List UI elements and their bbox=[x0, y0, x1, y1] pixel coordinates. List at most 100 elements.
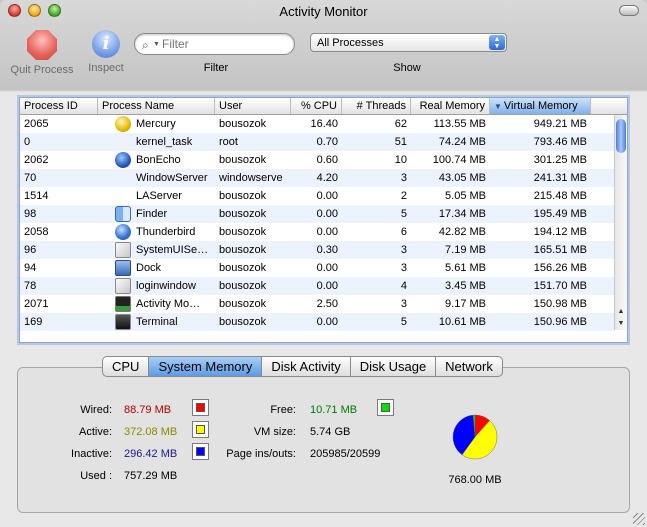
real-memory-cell: 42.82 MB bbox=[438, 226, 486, 238]
column-header-user[interactable]: User bbox=[215, 98, 291, 114]
process-table[interactable]: Process ID Process Name User % CPU # Thr… bbox=[19, 97, 628, 343]
cpu-cell: 4.20 bbox=[316, 172, 338, 184]
show-processes-select[interactable]: All Processes ▲ ▼ bbox=[310, 33, 507, 52]
window-title: Activity Monitor bbox=[279, 4, 368, 19]
filter-input[interactable] bbox=[162, 36, 288, 52]
inspect-label: Inspect bbox=[88, 62, 124, 74]
quit-process-button[interactable]: Quit Process bbox=[8, 30, 76, 76]
process-name-cell: Dock bbox=[136, 262, 162, 274]
virtual-memory-cell: 241.31 MB bbox=[533, 172, 587, 184]
virtual-memory-cell: 156.26 MB bbox=[533, 262, 587, 274]
virtual-memory-cell: 150.98 MB bbox=[533, 298, 587, 310]
page-ins-outs-value: 205985/20599 bbox=[310, 448, 381, 460]
thunderbird-icon bbox=[115, 224, 131, 240]
tab-network[interactable]: Network bbox=[435, 356, 503, 377]
table-row[interactable]: 1514 LAServer bousozok 0.00 2 5.05 MB 215.48 M… bbox=[20, 187, 614, 205]
scrollbar-thumb[interactable] bbox=[616, 119, 626, 153]
info-icon: i bbox=[92, 30, 120, 58]
real-memory-cell: 100.74 MB bbox=[432, 154, 486, 166]
user-cell: bousozok bbox=[219, 154, 267, 166]
process-name-cell: Terminal bbox=[136, 316, 178, 328]
toolbar-toggle-button[interactable] bbox=[619, 5, 639, 16]
vertical-scrollbar[interactable] bbox=[614, 115, 627, 330]
column-header-real-memory[interactable]: Real Memory bbox=[411, 98, 490, 114]
filter-search-field[interactable]: ⌕ ▼ bbox=[134, 33, 295, 55]
scroll-up-arrow[interactable]: ▲ bbox=[614, 306, 627, 318]
virtual-memory-cell: 949.21 MB bbox=[533, 118, 587, 130]
process-name-cell: kernel_task bbox=[136, 136, 193, 148]
stop-sign-icon bbox=[27, 30, 57, 60]
table-row[interactable]: 169 Terminal bousozok 0.00 5 10.61 MB 150.96 M… bbox=[20, 313, 614, 331]
pid-cell: 2065 bbox=[24, 118, 49, 130]
finder-icon bbox=[115, 206, 131, 222]
cpu-cell: 0.00 bbox=[316, 208, 338, 220]
user-cell: bousozok bbox=[219, 208, 267, 220]
pid-cell: 169 bbox=[24, 316, 43, 328]
user-cell: root bbox=[219, 136, 238, 148]
table-row[interactable]: 0 kernel_task root 0.70 51 74.24 MB 793.46 MB bbox=[20, 133, 614, 151]
tab-cpu[interactable]: CPU bbox=[102, 356, 149, 377]
tab-system-memory[interactable]: System Memory bbox=[148, 356, 262, 377]
user-cell: bousozok bbox=[219, 316, 267, 328]
cpu-cell: 0.00 bbox=[316, 280, 338, 292]
cpu-cell: 0.00 bbox=[316, 190, 338, 202]
column-header-virtual-memory[interactable]: ▼ Virtual Memory bbox=[490, 98, 591, 114]
memory-pie-chart bbox=[452, 414, 498, 460]
user-cell: bousozok bbox=[219, 262, 267, 274]
used-value: 757.29 MB bbox=[124, 470, 178, 482]
search-icon: ⌕ bbox=[142, 38, 149, 52]
table-row[interactable]: 78 loginwindow bousozok 0.00 4 3.45 MB 151.70 … bbox=[20, 277, 614, 295]
table-row[interactable]: 2062 BonEcho bousozok 0.60 10 100.74 MB 301.25… bbox=[20, 151, 614, 169]
user-cell: bousozok bbox=[219, 244, 267, 256]
free-color-swatch[interactable] bbox=[377, 399, 394, 416]
table-row[interactable]: 2058 Thunderbird bousozok 0.00 6 42.82 MB 194.… bbox=[20, 223, 614, 241]
page-ins-outs-label: Page ins/outs: bbox=[226, 448, 296, 460]
virtual-memory-cell: 215.48 MB bbox=[533, 190, 587, 202]
total-memory-value: 768.00 MB bbox=[448, 474, 502, 486]
cpu-cell: 0.70 bbox=[316, 136, 338, 148]
vm-size-label: VM size: bbox=[253, 426, 296, 438]
table-row[interactable]: 96 SystemUISe… bousozok 0.30 3 7.19 MB 165.51 … bbox=[20, 241, 614, 259]
process-name-cell: Activity Mo… bbox=[136, 298, 201, 310]
table-row[interactable]: 94 Dock bousozok 0.00 3 5.61 MB 156.26 MB bbox=[20, 259, 614, 277]
virtual-memory-label: Virtual Memory bbox=[503, 100, 578, 112]
tab-disk-usage[interactable]: Disk Usage bbox=[349, 356, 436, 377]
column-header-process-name[interactable]: Process Name bbox=[98, 98, 215, 114]
table-row[interactable]: 2065 Mercury bousozok 16.40 62 113.55 MB 949.2… bbox=[20, 115, 614, 133]
virtual-memory-cell: 194.12 MB bbox=[533, 226, 587, 238]
threads-cell: 10 bbox=[394, 154, 407, 166]
pid-cell: 78 bbox=[24, 280, 37, 292]
free-label: Free: bbox=[270, 404, 296, 416]
column-header-pid[interactable]: Process ID bbox=[20, 98, 98, 114]
pid-cell: 70 bbox=[24, 172, 37, 184]
scroll-down-arrow[interactable]: ▼ bbox=[614, 318, 627, 330]
virtual-memory-cell: 301.25 MB bbox=[533, 154, 587, 166]
real-memory-cell: 7.19 MB bbox=[445, 244, 486, 256]
title-bar[interactable]: Activity Monitor bbox=[0, 0, 647, 22]
active-color-swatch[interactable] bbox=[192, 421, 209, 438]
pid-cell: 2071 bbox=[24, 298, 49, 310]
column-header-threads[interactable]: # Threads bbox=[342, 98, 411, 114]
pid-cell: 2058 bbox=[24, 226, 49, 238]
process-rows: 2065 Mercury bousozok 16.40 62 113.55 MB 949.2… bbox=[20, 115, 614, 342]
active-color-chip bbox=[196, 425, 205, 434]
real-memory-cell: 43.05 MB bbox=[438, 172, 486, 184]
inspect-button[interactable]: i Inspect bbox=[84, 30, 128, 74]
table-row[interactable]: 2071 Activity Mo… bousozok 2.50 3 9.17 MB 150.… bbox=[20, 295, 614, 313]
monitor-tabs: CPU System Memory Disk Activity Disk Usage N… bbox=[102, 356, 503, 377]
cpu-cell: 0.00 bbox=[316, 226, 338, 238]
tab-disk-activity[interactable]: Disk Activity bbox=[261, 356, 350, 377]
wired-color-swatch[interactable] bbox=[192, 399, 209, 416]
cpu-cell: 0.00 bbox=[316, 316, 338, 328]
resize-grip[interactable] bbox=[633, 513, 645, 525]
column-header-cpu[interactable]: % CPU bbox=[291, 98, 342, 114]
system-memory-panel bbox=[17, 367, 630, 513]
user-cell: bousozok bbox=[219, 190, 267, 202]
threads-cell: 5 bbox=[400, 208, 407, 220]
table-row[interactable]: 70 WindowServer windowserve 4.20 3 43.05 MB 24… bbox=[20, 169, 614, 187]
wired-color-chip bbox=[196, 403, 205, 412]
threads-cell: 62 bbox=[394, 118, 407, 130]
process-name-cell: loginwindow bbox=[136, 280, 196, 292]
user-cell: bousozok bbox=[219, 280, 267, 292]
table-row[interactable]: 98 Finder bousozok 0.00 5 17.34 MB 195.49 MB bbox=[20, 205, 614, 223]
